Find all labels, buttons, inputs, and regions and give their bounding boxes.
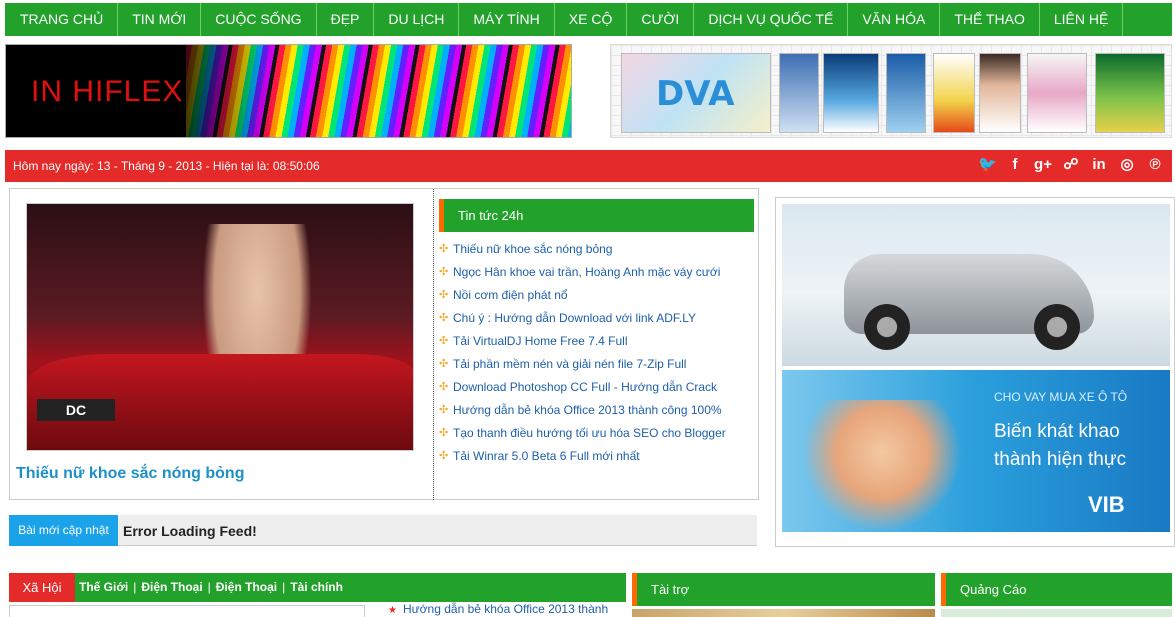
rss-icon[interactable]: ☍ [1062,155,1080,175]
nav-item-tin-moi[interactable]: TIN MỚI [118,3,202,36]
section-link-dien-thoai-2[interactable]: Điện Thoại [216,580,277,594]
ad-thumb-3 [886,53,926,133]
ad-thumb-4 [933,53,975,133]
nav-item-trang-chu[interactable]: TRANG CHỦ [5,3,119,36]
header: IN HIFLEX DVA [5,40,1172,144]
facebook-icon[interactable]: f [1006,155,1024,175]
section-xa-hoi-header: Xã Hội Thế Giới | Điện Thoại | Điện Thoại | Tà… [9,573,626,602]
banner-left-text: IN HIFLEX [31,75,184,108]
list-item[interactable]: Tạo thanh điều hướng tối ưu hóa SEO cho … [439,422,754,445]
list-item[interactable]: Nồi cơm điện phát nổ [439,284,754,307]
list-item[interactable]: Tải phần mềm nén và giải nén file 7-Zip … [439,353,754,376]
vib-ad-headline: Biến khát khao thành hiện thực [994,421,1127,470]
car-plate: DC [37,399,115,421]
featured-image[interactable]: DC [26,203,414,451]
section-tag[interactable]: Xã Hội [9,573,75,602]
top-nav: TRANG CHỦ TIN MỚI CUỘC SỐNG ĐẸP DU LỊCH … [5,3,1172,36]
section-link-the-gioi[interactable]: Thế Giới [79,580,128,594]
date-bar: Hôm nay ngày: 13 - Tháng 9 - 2013 - Hiện… [5,150,1172,182]
dotted-divider [433,189,434,500]
dribbble-icon[interactable]: ◎ [1118,155,1136,175]
nav-item-cuoc-song[interactable]: CUỘC SỐNG [201,3,317,36]
section-link-tai-chinh[interactable]: Tài chính [290,580,343,594]
nav-item-the-thao[interactable]: THỂ THAO [940,3,1040,36]
list-item[interactable]: Tải VirtualDJ Home Free 7.4 Full [439,330,754,353]
dva-logo-text: DVA [656,74,735,114]
ad-thumb-2 [823,53,879,133]
car-ad[interactable] [782,204,1170,366]
vib-ad[interactable]: CHO VAY MUA XE Ô TÔ Biến khát khao thành… [782,370,1170,532]
section-links: Thế Giới | Điện Thoại | Điện Thoại | Tài chính [79,580,343,594]
wheel-front [864,304,910,350]
dva-banner[interactable]: DVA [610,44,1172,138]
news-24h-panel: Tin tức 24h Thiếu nữ khoe sắc nóng bỏng … [439,199,754,468]
list-item[interactable]: Thiếu nữ khoe sắc nóng bỏng [439,238,754,261]
latest-posts-bar: Bài mới cập nhật Error Loading Feed! [9,515,757,546]
ad-thumb-1 [779,53,819,133]
ad-thumb-6 [1027,53,1087,133]
linkedin-icon[interactable]: in [1090,155,1108,175]
ads-heading: Quảng Cáo [941,573,1172,606]
latest-posts-label: Bài mới cập nhật [9,515,118,546]
news-24h-list: Thiếu nữ khoe sắc nóng bỏng Ngọc Hân kho… [439,238,754,468]
list-item[interactable]: Chú ý : Hướng dẫn Download với link ADF.… [439,307,754,330]
ad-thumb-5 [979,53,1021,133]
family-image [802,400,962,532]
list-item[interactable]: Download Photoshop CC Full - Hướng dẫn C… [439,376,754,399]
news-24h-heading: Tin tức 24h [439,199,754,232]
ad-thumb-7 [1095,53,1165,133]
section-link-dien-thoai[interactable]: Điện Thoại [141,580,202,594]
section-first-item[interactable]: Hướng dẫn bẻ khóa Office 2013 thành [388,602,608,616]
separator: | [282,580,286,594]
dva-room-image: DVA [621,53,771,133]
current-date-time: Hôm nay ngày: 13 - Tháng 9 - 2013 - Hiện… [13,159,320,173]
right-ad-box: CHO VAY MUA XE Ô TÔ Biến khát khao thành… [775,197,1175,547]
sponsor-heading: Tài trợ [632,573,935,606]
nav-item-xe-co[interactable]: XE CỘ [555,3,628,36]
google-plus-icon[interactable]: g+ [1034,155,1052,175]
separator: | [133,580,137,594]
nav-item-du-lich[interactable]: DU LỊCH [374,3,460,36]
separator: | [207,580,211,594]
featured-block: DC Thiếu nữ khoe sắc nóng bỏng Tin tức 2… [9,188,759,500]
hiflex-banner[interactable]: IN HIFLEX [5,44,572,138]
feed-status: Error Loading Feed! [123,523,257,539]
nav-item-cuoi[interactable]: CƯỜI [627,3,695,36]
nav-item-lien-he[interactable]: LIÊN HỆ [1040,3,1124,36]
nav-item-van-hoa[interactable]: VĂN HÓA [848,3,941,36]
nav-item-dep[interactable]: ĐẸP [317,3,375,36]
social-links: 🐦 f g+ ☍ in ◎ ℗ [978,155,1164,175]
vib-ad-subtitle: CHO VAY MUA XE Ô TÔ [994,390,1128,404]
list-item[interactable]: Ngọc Hân khoe vai trần, Hoàng Anh mặc vá… [439,261,754,284]
sponsor-image-strip [632,609,935,617]
pinterest-icon[interactable]: ℗ [1146,155,1164,175]
section-image-strip [9,605,365,617]
twitter-icon[interactable]: 🐦 [978,155,997,175]
ads-image-strip [941,609,1172,617]
vib-logo: VIB [1088,492,1125,517]
nav-item-may-tinh[interactable]: MÁY TÍNH [459,3,555,36]
featured-title-link[interactable]: Thiếu nữ khoe sắc nóng bỏng [16,465,244,483]
list-item[interactable]: Hướng dẫn bẻ khóa Office 2013 thành công… [439,399,754,422]
list-item[interactable]: Tải Winrar 5.0 Beta 6 Full mới nhất [439,445,754,468]
nav-item-dich-vu-quoc-te[interactable]: DỊCH VỤ QUỐC TẾ [694,3,849,36]
wheel-rear [1034,304,1080,350]
